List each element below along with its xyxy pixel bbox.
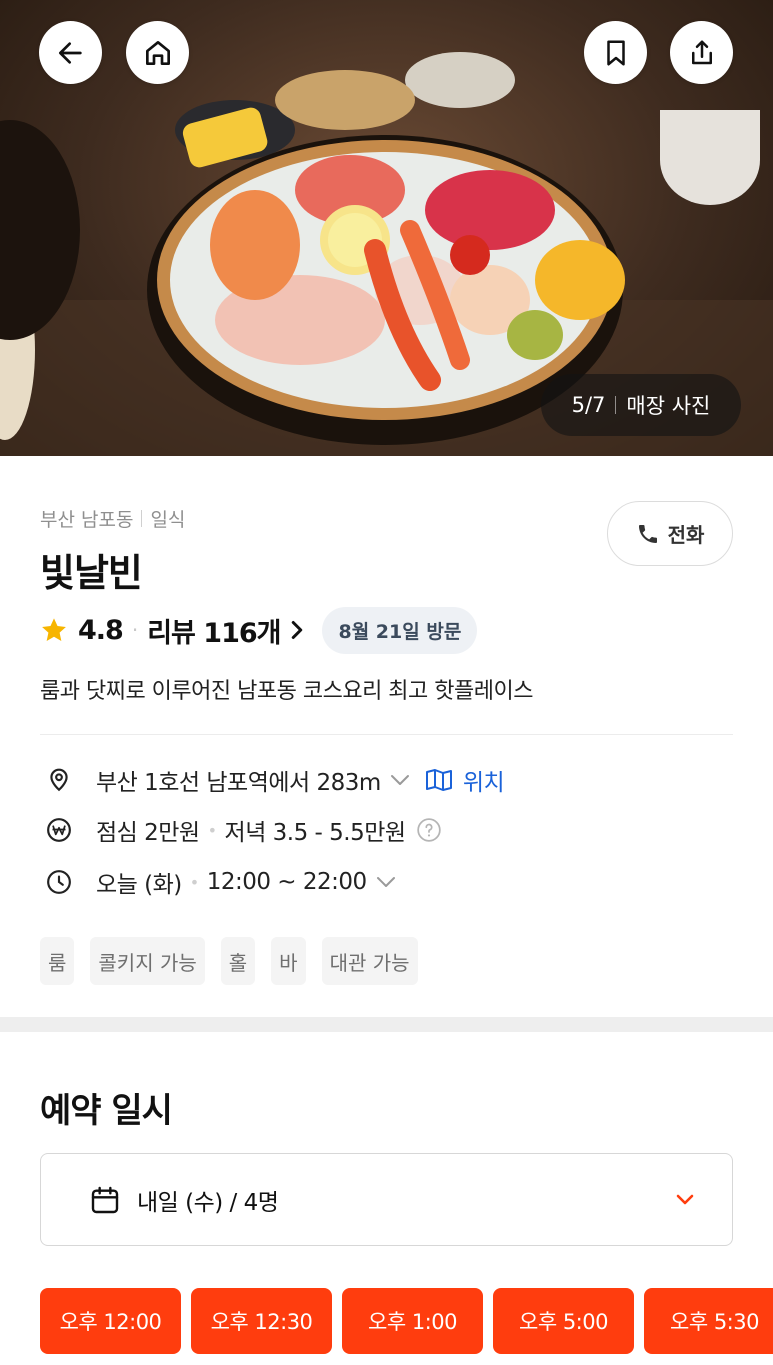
- tag-chip: 대관 가능: [321, 937, 418, 985]
- map-link[interactable]: 위치: [425, 763, 505, 797]
- bookmark-icon: [606, 40, 625, 65]
- review-count-link[interactable]: 리뷰 116개: [147, 611, 281, 650]
- separator: [141, 510, 143, 527]
- price-row: 점심 2만원 • 저녁 3.5 - 5.5만원: [44, 810, 442, 850]
- area-text: 부산 남포동: [40, 509, 134, 531]
- photo-index: 5/7: [571, 393, 606, 417]
- home-icon: [145, 40, 170, 65]
- time-slot-button[interactable]: 오후 12:30: [191, 1288, 332, 1354]
- dot-separator: •: [207, 820, 217, 840]
- location-row: 부산 1호선 남포역에서 283m 위치: [44, 760, 505, 800]
- divider: [40, 734, 733, 735]
- restaurant-description: 룸과 닷찌로 이루어진 남포동 코스요리 최고 핫플레이스: [40, 679, 533, 704]
- selected-date-party: 내일 (수) / 4명: [137, 1189, 279, 1216]
- rating-row: 4.8 · 리뷰 116개 8월 21일 방문: [40, 606, 478, 654]
- location-text: 부산 1호선 남포역에서 283m: [96, 770, 381, 796]
- photo-label: 매장 사진: [626, 394, 711, 418]
- tag-chip: 룸: [40, 937, 75, 985]
- hours-day: 오늘 (화): [96, 872, 182, 898]
- separator: [615, 396, 617, 414]
- map-icon: [425, 769, 452, 791]
- map-link-label: 위치: [462, 770, 505, 796]
- section-divider: [0, 1017, 773, 1032]
- category-text: 일식: [150, 509, 186, 531]
- tag-chip: 바: [271, 937, 306, 985]
- photo-counter[interactable]: 5/7 매장 사진: [541, 374, 741, 436]
- share-icon: [691, 40, 712, 64]
- chevron-down-icon: [676, 1194, 694, 1205]
- home-button[interactable]: [126, 21, 189, 84]
- price-lunch: 점심 2만원: [96, 820, 200, 846]
- restaurant-name: 빛날빈: [40, 551, 143, 595]
- back-icon: [58, 41, 82, 64]
- time-slot-button[interactable]: 오후 1:00: [342, 1288, 483, 1354]
- won-icon: [44, 817, 74, 843]
- reservation-title: 예약 일시: [40, 1091, 173, 1131]
- dot-separator: •: [189, 872, 199, 892]
- chevron-right-icon[interactable]: [290, 620, 304, 640]
- feature-tags: 룸 콜키지 가능 홀 바 대관 가능: [40, 937, 418, 985]
- time-slot-button[interactable]: 오후 12:00: [40, 1288, 181, 1354]
- bookmark-button[interactable]: [584, 21, 647, 84]
- back-button[interactable]: [39, 21, 102, 84]
- star-icon: [42, 618, 66, 641]
- tag-chip: 콜키지 가능: [90, 937, 205, 985]
- hours-row: 오늘 (화) • 12:00 ~ 22:00: [44, 862, 397, 902]
- chevron-down-icon[interactable]: [389, 773, 411, 787]
- phone-icon: [638, 524, 657, 543]
- rating-score: 4.8: [78, 614, 124, 646]
- help-icon[interactable]: [416, 817, 442, 843]
- hero-photo[interactable]: 5/7 매장 사진: [0, 0, 773, 456]
- dot-separator: ·: [131, 618, 139, 642]
- tag-chip: 홀: [220, 937, 256, 985]
- price-dinner: 저녁 3.5 - 5.5만원: [224, 820, 407, 846]
- call-button[interactable]: 전화: [607, 501, 733, 566]
- time-slot-list: 오후 12:00 오후 12:30 오후 1:00 오후 5:00 오후 5:3…: [40, 1288, 773, 1354]
- chevron-down-icon[interactable]: [375, 875, 397, 889]
- calendar-icon: [91, 1186, 119, 1213]
- hours-time: 12:00 ~ 22:00: [206, 869, 367, 895]
- location-pin-icon: [44, 767, 74, 793]
- clock-icon: [44, 869, 74, 895]
- time-slot-button[interactable]: 오후 5:00: [493, 1288, 634, 1354]
- call-label: 전화: [667, 523, 705, 547]
- share-button[interactable]: [670, 21, 733, 84]
- date-party-selector[interactable]: 내일 (수) / 4명: [40, 1153, 733, 1246]
- restaurant-meta: 부산 남포동 일식: [40, 505, 185, 532]
- visit-badge: 8월 21일 방문: [322, 606, 478, 654]
- time-slot-button[interactable]: 오후 5:30: [644, 1288, 773, 1354]
